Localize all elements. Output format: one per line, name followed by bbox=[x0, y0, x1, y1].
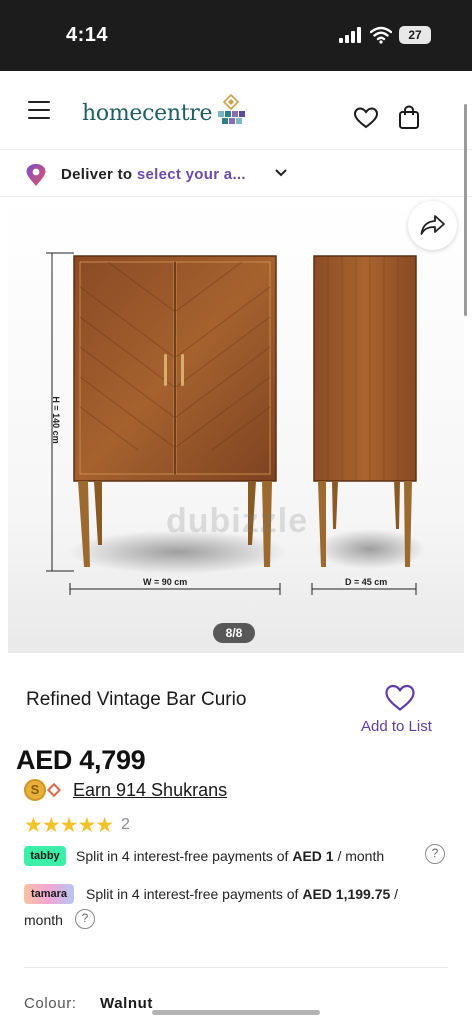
logo-text: homecentre bbox=[82, 100, 213, 126]
tamara-text-before: Split in 4 interest-free payments of bbox=[86, 886, 303, 902]
deliver-to-bar[interactable]: Deliver to select your a... bbox=[0, 149, 472, 197]
section-divider bbox=[24, 967, 448, 968]
battery-icon: 27 bbox=[399, 26, 431, 44]
earn-shukrans-link[interactable]: Earn 914 Shukrans bbox=[73, 780, 227, 801]
cellular-signal-icon bbox=[339, 27, 361, 43]
shukran-diamond-icon bbox=[46, 782, 62, 798]
tabby-text-before: Split in 4 interest-free payments of bbox=[76, 848, 293, 864]
shopping-bag-icon[interactable] bbox=[398, 105, 420, 129]
chevron-down-icon[interactable] bbox=[274, 166, 288, 180]
colour-value: Walnut bbox=[100, 995, 154, 1012]
tamara-logo: tamara bbox=[24, 884, 74, 904]
product-title: Refined Vintage Bar Curio bbox=[26, 689, 247, 710]
location-pin-icon bbox=[26, 164, 46, 186]
tamara-info-icon[interactable]: ? bbox=[75, 909, 95, 929]
image-counter: 8/8 bbox=[213, 623, 255, 643]
product-image bbox=[46, 252, 425, 595]
status-time: 4:14 bbox=[66, 24, 109, 46]
add-to-list-link[interactable]: Add to List bbox=[361, 718, 432, 735]
width-dimension-label: W = 90 cm bbox=[140, 577, 191, 587]
add-to-list-heart-icon[interactable] bbox=[385, 684, 415, 712]
colour-label: Colour: bbox=[24, 995, 77, 1012]
homecentre-logo[interactable]: homecentre bbox=[82, 93, 248, 133]
rating-count[interactable]: 2 bbox=[121, 816, 130, 834]
depth-dimension-label: D = 45 cm bbox=[342, 577, 391, 587]
tamara-installment-text: Split in 4 interest-free payments of AED… bbox=[86, 886, 398, 902]
tabby-text-after: / month bbox=[333, 848, 385, 864]
deliver-prefix: Deliver to bbox=[61, 166, 133, 183]
tamara-installment-text-line2: month bbox=[24, 912, 63, 928]
tabby-info-icon[interactable]: ? bbox=[425, 844, 445, 864]
tamara-amount: AED 1,199.75 bbox=[302, 886, 391, 902]
tabby-amount: AED 1 bbox=[292, 848, 334, 864]
shukran-coin-icon: S bbox=[24, 779, 46, 801]
watermark: dubizzle bbox=[166, 502, 309, 540]
scrollbar[interactable] bbox=[464, 104, 467, 316]
wifi-icon bbox=[370, 26, 392, 44]
site-header: homecentre bbox=[0, 71, 472, 149]
heart-icon[interactable] bbox=[354, 107, 378, 129]
tabby-installment-text: Split in 4 interest-free payments of AED… bbox=[76, 848, 384, 864]
deliver-to-text: Deliver to select your a... bbox=[61, 166, 246, 183]
share-icon bbox=[420, 215, 445, 235]
menu-icon[interactable] bbox=[28, 101, 50, 119]
product-price: AED 4,799 bbox=[16, 745, 146, 775]
status-bar: 4:14 27 bbox=[0, 0, 472, 71]
rating-stars[interactable]: ★★★★★ bbox=[24, 813, 114, 838]
select-address-link[interactable]: select your a... bbox=[137, 166, 246, 183]
product-image-gallery[interactable]: dubizzle H = 140 cm W = 90 cm D = 45 cm … bbox=[8, 197, 464, 653]
logo-mark-icon bbox=[218, 93, 246, 124]
tamara-text-after: / bbox=[390, 886, 399, 902]
home-indicator[interactable] bbox=[152, 1010, 320, 1015]
share-button[interactable] bbox=[408, 201, 457, 250]
tabby-logo: tabby bbox=[24, 846, 66, 866]
height-dimension-label: H = 140 cm bbox=[51, 396, 61, 444]
